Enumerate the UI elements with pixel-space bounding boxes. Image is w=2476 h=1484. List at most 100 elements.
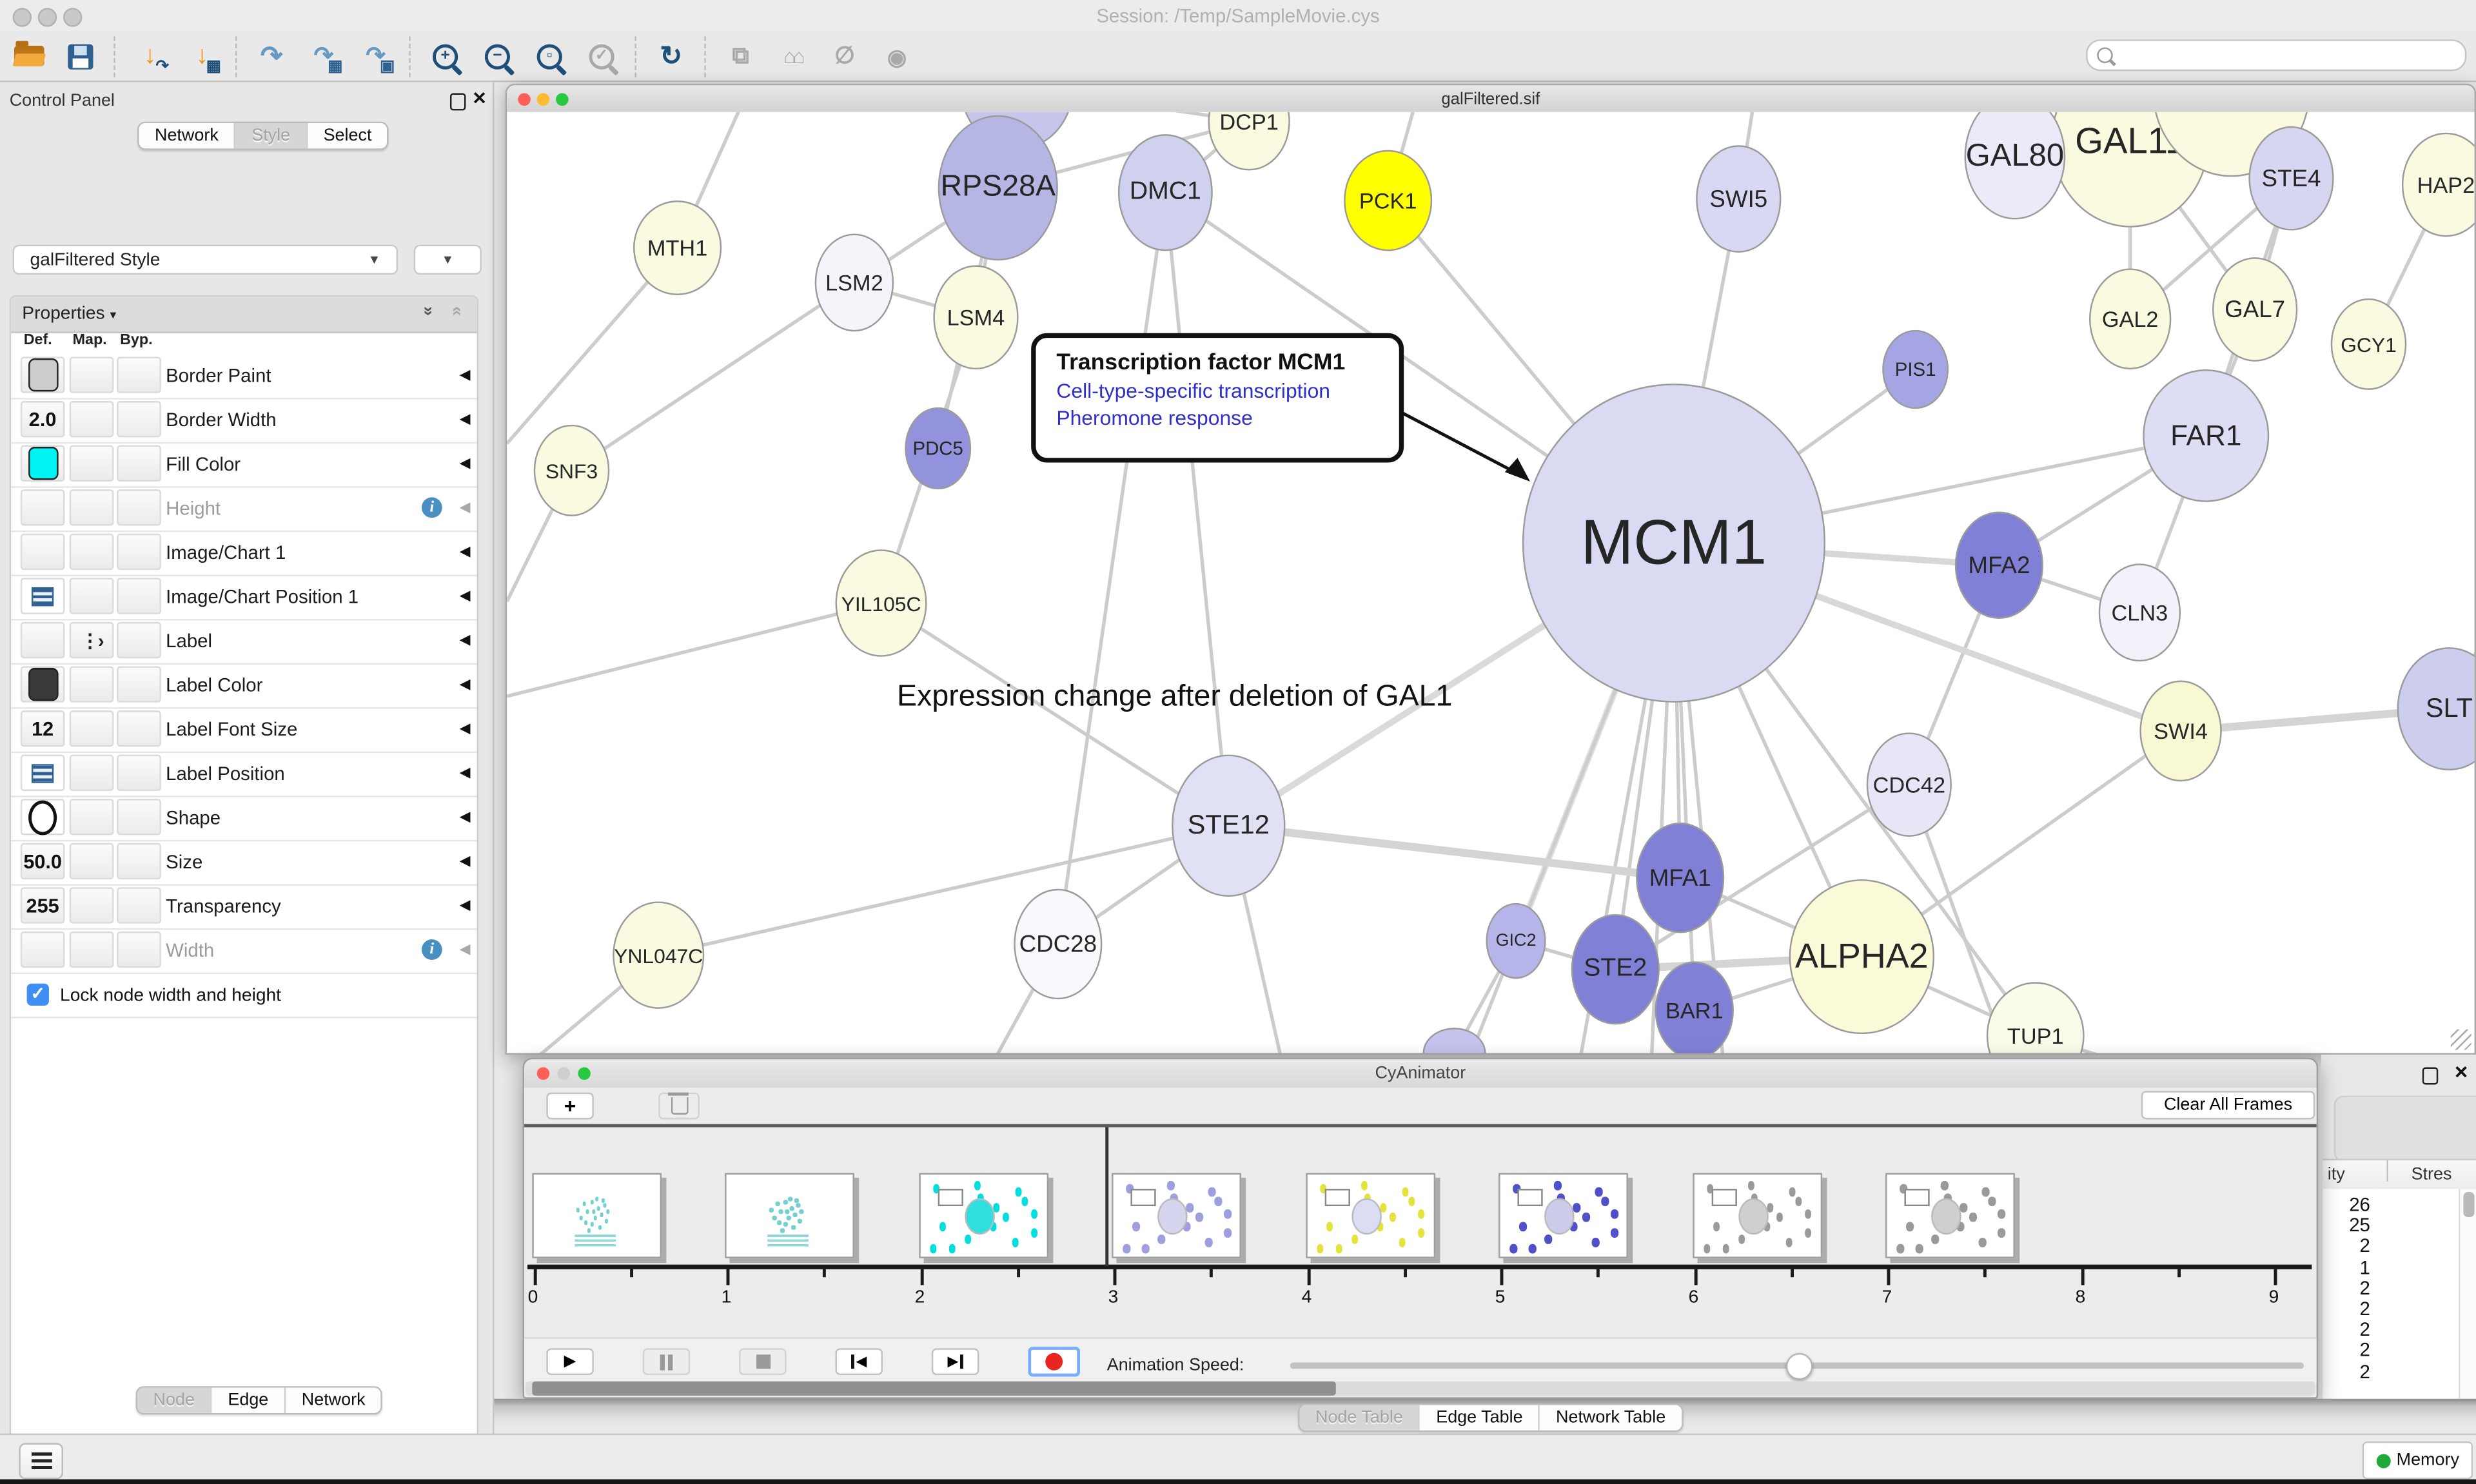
network-window-titlebar[interactable]: galFiltered.sif — [507, 85, 2474, 113]
expand-property-icon[interactable]: ◀ — [460, 764, 471, 781]
expand-property-icon[interactable]: ◀ — [460, 499, 471, 516]
table-cell-value[interactable]: 2 — [2323, 1340, 2370, 1362]
network-node-lsm4[interactable]: LSM4 — [933, 265, 1018, 369]
default-value-cell[interactable]: 50.0 — [21, 843, 65, 879]
show-eye-icon[interactable]: ◉ — [878, 34, 916, 79]
network-node-snf3[interactable]: SNF3 — [534, 425, 610, 516]
style-selector[interactable]: galFiltered Style ▼ — [13, 245, 398, 275]
timeline-frame-4[interactable] — [1305, 1173, 1435, 1258]
property-row-border-paint[interactable]: Border Paint◀ — [11, 354, 477, 400]
table-cell-value[interactable]: 26 — [2323, 1193, 2370, 1215]
mapping-cell[interactable] — [70, 843, 114, 879]
record-button[interactable] — [1028, 1347, 1080, 1377]
memory-button[interactable]: Memory — [2363, 1441, 2473, 1479]
network-node-cln3[interactable]: CLN3 — [2099, 563, 2181, 661]
default-value-cell[interactable] — [21, 445, 65, 482]
resize-grip[interactable] — [2451, 1030, 2471, 1050]
timeline-frame-5[interactable] — [1498, 1173, 1628, 1258]
bypass-cell[interactable] — [117, 887, 161, 923]
table-cell-value[interactable]: 2 — [2323, 1318, 2370, 1340]
hide-eye-icon[interactable]: ∅ — [826, 34, 864, 79]
expand-property-icon[interactable]: ◀ — [460, 587, 471, 605]
close-panel-icon[interactable]: ✕ — [2454, 1066, 2469, 1083]
add-frame-button[interactable]: + — [546, 1093, 593, 1120]
expand-property-icon[interactable]: ◀ — [460, 411, 471, 428]
table-vertical-scrollbar[interactable] — [2459, 1189, 2476, 1399]
search-input[interactable] — [2086, 39, 2466, 71]
property-row-image-chart-position-1[interactable]: Image/Chart Position 1◀ — [11, 574, 477, 620]
expand-property-icon[interactable]: ◀ — [460, 676, 471, 693]
mapping-cell[interactable] — [70, 534, 114, 570]
table-cell-value[interactable]: 25 — [2323, 1215, 2370, 1236]
mapping-cell[interactable]: ⋮› — [70, 622, 114, 658]
network-node-gal80[interactable]: GAL80 — [1965, 112, 2066, 220]
export-network-button[interactable]: ↷ — [253, 34, 291, 79]
mapping-cell[interactable] — [70, 887, 114, 923]
cyanimator-titlebar[interactable]: CyAnimator — [524, 1059, 2317, 1089]
pause-button[interactable] — [643, 1348, 690, 1375]
task-history-button[interactable] — [19, 1443, 63, 1479]
mapping-cell[interactable] — [70, 401, 114, 437]
bypass-cell[interactable] — [117, 445, 161, 482]
network-node-mcm1[interactable]: MCM1 — [1522, 384, 1825, 703]
mapping-cell[interactable] — [70, 799, 114, 835]
table-cell-value[interactable]: 2 — [2323, 1360, 2370, 1382]
tab-network[interactable]: Network — [139, 123, 235, 148]
network-node-pn2[interactable] — [1423, 1028, 1486, 1053]
bypass-cell[interactable] — [117, 843, 161, 879]
network-node-cdc28[interactable]: CDC28 — [1014, 889, 1102, 999]
default-value-cell[interactable] — [21, 622, 65, 658]
binoculars-icon[interactable]: ⌂⌂ — [774, 34, 812, 79]
table-rows[interactable]: 26252122222 — [2323, 1189, 2459, 1399]
export-image-button[interactable]: ↷▣ — [357, 34, 395, 79]
network-node-gal2[interactable]: GAL2 — [2089, 268, 2171, 369]
tab-edge[interactable]: Edge — [210, 1388, 284, 1413]
property-row-width[interactable]: Widthi◀ — [11, 928, 477, 974]
float-panel-icon[interactable] — [450, 93, 466, 110]
expand-property-icon[interactable]: ◀ — [460, 454, 471, 472]
import-network-button[interactable]: ↓↷ — [131, 34, 169, 79]
property-row-height[interactable]: Heighti◀ — [11, 486, 477, 532]
table-cell-value[interactable]: 1 — [2323, 1256, 2370, 1278]
default-value-cell[interactable]: 255 — [21, 887, 65, 923]
network-node-ynl047c[interactable]: YNL047C — [613, 901, 704, 1009]
network-node-ste12[interactable]: STE12 — [1172, 755, 1285, 897]
network-node-cdc42[interactable]: CDC42 — [1867, 732, 1952, 837]
bypass-cell[interactable] — [117, 578, 161, 614]
clear-all-frames-button[interactable]: Clear All Frames — [2141, 1091, 2315, 1119]
timeline-frame-1[interactable] — [725, 1173, 854, 1258]
bypass-cell[interactable] — [117, 622, 161, 658]
default-value-cell[interactable]: 12 — [21, 710, 65, 747]
network-node-far1[interactable]: FAR1 — [2143, 369, 2269, 502]
delete-frame-button[interactable] — [658, 1093, 700, 1120]
bypass-cell[interactable] — [117, 401, 161, 437]
network-node-swi4[interactable]: SWI4 — [2139, 681, 2221, 782]
bypass-cell[interactable] — [117, 710, 161, 747]
skip-to-end-button[interactable]: ▶ — [932, 1348, 979, 1375]
table-cell-value[interactable]: 2 — [2323, 1277, 2370, 1299]
bypass-cell[interactable] — [117, 799, 161, 835]
default-value-cell[interactable] — [21, 578, 65, 614]
network-node-mth1[interactable]: MTH1 — [633, 200, 722, 295]
open-session-button[interactable] — [10, 34, 48, 79]
property-row-image-chart-1[interactable]: Image/Chart 1◀ — [11, 531, 477, 576]
network-node-dmc1[interactable]: DMC1 — [1118, 134, 1213, 251]
share-document-icon[interactable]: ⧉ — [722, 34, 760, 79]
mapping-cell[interactable] — [70, 710, 114, 747]
network-node-lsm2[interactable]: LSM2 — [815, 233, 894, 331]
table-header-row[interactable]: ity │ Stres — [2323, 1159, 2476, 1191]
tab-node-table[interactable]: Node Table — [1300, 1405, 1419, 1430]
mapping-cell[interactable] — [70, 578, 114, 614]
property-row-label[interactable]: ⋮›Label◀ — [11, 619, 477, 665]
properties-header[interactable]: Properties ▾ » » — [11, 297, 477, 333]
network-node-pck1[interactable]: PCK1 — [1344, 150, 1432, 251]
float-panel-icon[interactable] — [2422, 1068, 2438, 1085]
network-node-ste2[interactable]: STE2 — [1571, 914, 1660, 1024]
timeline-horizontal-scrollbar[interactable] — [526, 1381, 2315, 1396]
network-node-gic2[interactable]: GIC2 — [1486, 903, 1546, 979]
expand-property-icon[interactable]: ◀ — [460, 632, 471, 649]
network-node-hap2[interactable]: HAP2 — [2402, 133, 2475, 237]
zoom-out-button[interactable]: − — [478, 34, 516, 79]
timeline-frame-6[interactable] — [1692, 1173, 1822, 1258]
expand-property-icon[interactable]: ◀ — [460, 941, 471, 959]
